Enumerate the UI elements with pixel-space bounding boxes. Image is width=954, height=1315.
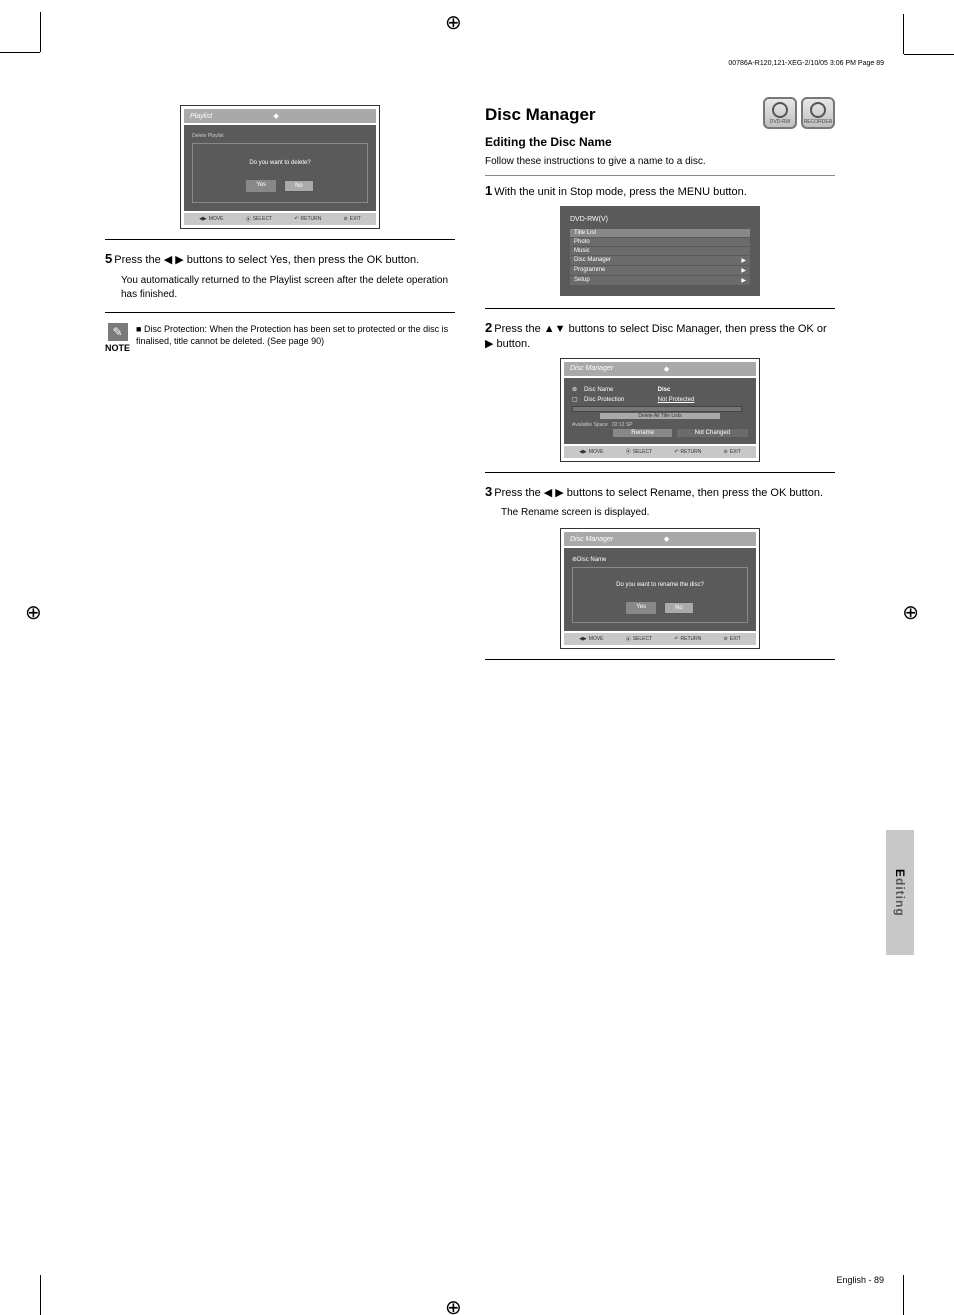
used-space-bar <box>572 406 742 412</box>
disc-manager-figure: Disc Manager ◆ ⊚Disc Name Disc ▢Disc Prot… <box>560 358 760 462</box>
step-5-sub: You automatically returned to the Playli… <box>121 274 455 302</box>
lock-icon: ▢ <box>572 396 584 403</box>
main-menu-figure: DVD-RW(V) Title List Photo Music Disc Ma… <box>560 206 760 296</box>
return-softkey: ↶ RETURN <box>674 449 701 455</box>
registration-mark-icon: ⊕ <box>902 600 919 625</box>
screen-figure-delete-playlist: Playlist ◆ Delete Playlist Do you want to… <box>180 105 380 229</box>
page-number: English - 89 <box>836 1275 884 1285</box>
disc-type-label: DVD-RW(V) <box>570 216 750 223</box>
exit-softkey: ⊘ EXIT <box>344 216 361 222</box>
disc-name-label: Disc Name <box>577 557 606 563</box>
figure-title: Disc Manager <box>570 365 613 372</box>
crop-mark <box>903 1275 904 1315</box>
no-button[interactable]: No <box>664 602 694 614</box>
compat-badges: DVD-RW RECORDER <box>763 97 835 129</box>
protection-value: Not Protected <box>658 397 695 403</box>
crop-mark <box>904 54 954 55</box>
crop-mark <box>40 12 41 52</box>
rename-confirm-figure: Disc Manager◆ ⊚Disc Name Do you want to … <box>560 528 760 649</box>
crop-mark <box>903 14 904 54</box>
move-softkey: ◀▶ MOVE <box>199 216 223 222</box>
right-column: Disc Manager DVD-RW RECORDER Editing the… <box>485 75 835 670</box>
menu-item-music[interactable]: Music <box>570 247 750 255</box>
side-tab: Editing <box>886 830 914 955</box>
divider <box>485 175 835 176</box>
no-button[interactable]: No <box>284 180 314 192</box>
subheading: Editing the Disc Name <box>485 135 835 149</box>
menu-item-programme[interactable]: Programme▶ <box>570 266 750 275</box>
soft-button-row: ◀▶ MOVE ⦿ SELECT ↶ RETURN ⊘ EXIT <box>564 633 756 645</box>
rename-option[interactable]: Rename <box>613 429 672 437</box>
select-softkey: ⦿ SELECT <box>626 448 652 455</box>
left-column: Playlist ◆ Delete Playlist Do you want to… <box>105 75 455 670</box>
divider <box>485 659 835 660</box>
intro-text: Follow these instructions to give a name… <box>485 155 835 169</box>
crop-mark <box>0 52 40 53</box>
available-space-value: 02:12 SP <box>612 422 633 428</box>
content-area: Playlist ◆ Delete Playlist Do you want to… <box>105 75 835 1255</box>
figure-subtitle: Delete Playlist <box>192 133 368 139</box>
disc-icon: ⊚ <box>572 386 584 393</box>
menu-item-setup[interactable]: Setup▶ <box>570 276 750 285</box>
divider <box>485 308 835 309</box>
return-softkey: ↶ RETURN <box>674 636 701 642</box>
menu-item-disc-manager[interactable]: Disc Manager▶ <box>570 256 750 265</box>
step-1: 1With the unit in Stop mode, press the M… <box>485 182 835 200</box>
yes-button[interactable]: Yes <box>626 602 656 614</box>
registration-mark-icon: ⊕ <box>445 1295 462 1315</box>
return-softkey: ↶ RETURN <box>294 216 321 222</box>
diamond-icon: ◆ <box>664 365 669 373</box>
disc-name-label: Disc Name <box>584 387 656 393</box>
menu-item-photo[interactable]: Photo <box>570 238 750 246</box>
select-softkey: ⦿ SELECT <box>626 636 652 643</box>
available-space-label: Available Space <box>572 422 608 428</box>
step-2: 2Press the ▲▼ buttons to select Disc Man… <box>485 319 835 352</box>
page: ⊕ ⊕ ⊕ ⊕ 00786A-R120,121-XEG-2/10/05 3:06… <box>0 0 954 1315</box>
exit-softkey: ⊘ EXIT <box>724 636 741 642</box>
registration-mark-icon: ⊕ <box>445 10 462 35</box>
diamond-icon: ◆ <box>273 112 278 120</box>
figure-title: Playlist <box>190 113 212 120</box>
yes-button[interactable]: Yes <box>246 180 276 192</box>
protection-label: Disc Protection <box>584 397 656 403</box>
step-5: 5Press the ◀ ▶ buttons to select Yes, th… <box>105 250 455 268</box>
soft-button-row: ◀▶ MOVE ⦿ SELECT ↶ RETURN ⊘ EXIT <box>564 446 756 458</box>
delete-all-bar: Delete All Title Lists <box>600 413 720 419</box>
step-3: 3Press the ◀ ▶ buttons to select Rename,… <box>485 483 835 501</box>
select-softkey: ⦿ SELECT <box>246 216 272 223</box>
header-line: 00786A-R120,121-XEG-2/10/05 3:06 PM Page… <box>728 60 884 67</box>
crop-mark <box>40 1275 41 1315</box>
confirm-message: Do you want to delete? <box>201 160 359 166</box>
move-softkey: ◀▶ MOVE <box>579 449 603 455</box>
divider <box>105 312 455 313</box>
confirm-message: Do you want to rename the disc? <box>581 582 739 588</box>
note-label: NOTE <box>105 343 130 353</box>
not-changed-option[interactable]: Not Changed <box>677 429 748 437</box>
exit-softkey: ⊘ EXIT <box>724 449 741 455</box>
diamond-icon: ◆ <box>664 535 669 543</box>
menu-item-title-list[interactable]: Title List <box>570 229 750 237</box>
note-text: ■ Disc Protection: When the Protection h… <box>136 323 455 347</box>
divider <box>485 472 835 473</box>
recorder-badge-icon: RECORDER <box>801 97 835 129</box>
dvd-rw-badge-icon: DVD-RW <box>763 97 797 129</box>
soft-button-row: ◀▶ MOVE ⦿ SELECT ↶ RETURN ⊘ EXIT <box>184 213 376 225</box>
disc-name-value: Disc <box>658 387 671 393</box>
divider <box>105 239 455 240</box>
move-softkey: ◀▶ MOVE <box>579 636 603 642</box>
registration-mark-icon: ⊕ <box>25 600 42 625</box>
figure-title: Disc Manager <box>570 536 613 543</box>
pencil-note-icon: ✎ <box>108 323 128 341</box>
note-block: ✎ NOTE ■ Disc Protection: When the Prote… <box>105 323 455 353</box>
step-3-sub: The Rename screen is displayed. <box>501 506 835 520</box>
